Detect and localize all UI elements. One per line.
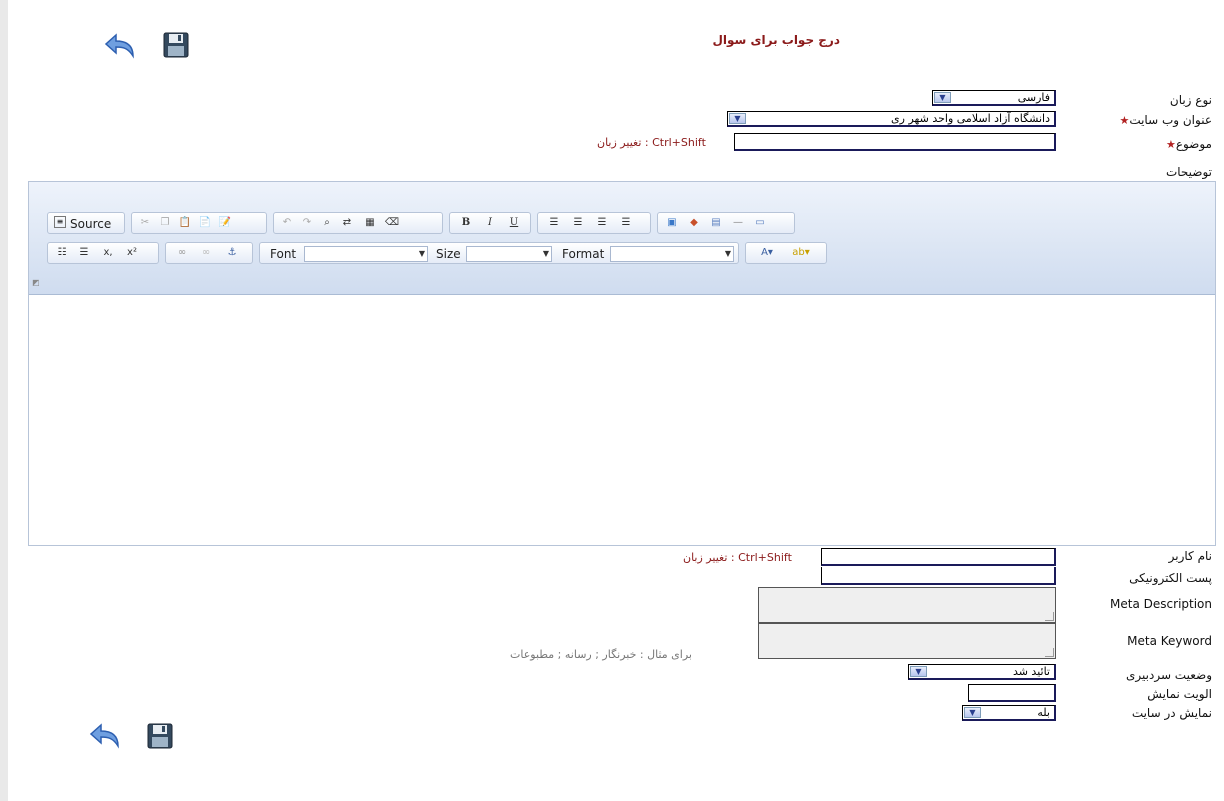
meta-description-label: Meta Description	[1110, 597, 1212, 611]
undo-icon[interactable]: ↶	[279, 216, 295, 230]
save-floppy-icon[interactable]	[162, 31, 190, 59]
table-icon[interactable]: ▤	[708, 216, 724, 230]
website-select[interactable]: ▼ دانشگاه آزاد اسلامی واحد شهر ری	[727, 111, 1056, 127]
numbered-list-icon[interactable]: ☷	[54, 246, 70, 260]
subject-label: موضوع★	[1165, 137, 1212, 151]
meta-keyword-textarea[interactable]	[758, 623, 1056, 659]
email-input[interactable]	[821, 567, 1056, 585]
find-icon[interactable]: ⌕	[319, 216, 335, 230]
description-label: توضیحات	[1165, 165, 1212, 179]
size-combo[interactable]: ▼	[466, 246, 552, 262]
chevron-down-icon[interactable]: ▼	[964, 707, 981, 718]
back-undo-icon[interactable]	[88, 722, 124, 750]
format-toolbar-group: B I U	[449, 212, 531, 234]
username-input[interactable]	[821, 548, 1056, 566]
insert-toolbar-group: ▣ ◆ ▤ — ▭	[657, 212, 795, 234]
paste-icon[interactable]: 📋	[177, 216, 193, 230]
align-left-icon[interactable]: ☰	[546, 216, 562, 230]
background-color-icon[interactable]: ab▾	[786, 246, 816, 260]
font-combo[interactable]: ▼	[304, 246, 428, 262]
email-label: پست الکترونیکی	[1129, 571, 1212, 585]
collapse-toolbar-icon[interactable]: ◩	[32, 278, 40, 287]
horizontal-rule-icon[interactable]: —	[730, 216, 746, 230]
cut-icon[interactable]: ✂	[137, 216, 153, 230]
select-all-icon[interactable]: ▦	[362, 216, 378, 230]
paste-text-icon[interactable]: 📄	[197, 216, 213, 230]
page-title: درج جواب برای سوال	[712, 33, 840, 47]
username-label: نام کاربر	[1168, 549, 1212, 563]
subject-language-hint: تغییر زبان : Ctrl+Shift	[597, 136, 706, 149]
meta-description-textarea[interactable]	[758, 587, 1056, 623]
paste-word-icon[interactable]: 📝	[217, 216, 233, 230]
back-undo-icon[interactable]	[103, 32, 139, 60]
styles-toolbar-group: Font ▼ Size ▼ Format ▼	[259, 242, 739, 264]
dropdown-arrow-icon: ▼	[542, 249, 549, 258]
subscript-button[interactable]: x,	[100, 246, 116, 260]
bold-button[interactable]: B	[458, 216, 474, 230]
dropdown-arrow-icon: ▼	[724, 249, 731, 258]
chevron-down-icon[interactable]: ▼	[910, 666, 927, 677]
image-icon[interactable]: ▣	[664, 216, 680, 230]
align-center-icon[interactable]: ☰	[570, 216, 586, 230]
flash-icon[interactable]: ◆	[686, 216, 702, 230]
align-toolbar-group: ☰ ☰ ☰ ☰	[537, 212, 651, 234]
edit-toolbar-group: ↶ ↷ ⌕ ⇄ ▦ ⌫	[273, 212, 443, 234]
source-button[interactable]: ≡ Source	[47, 212, 125, 234]
align-right-icon[interactable]: ☰	[594, 216, 610, 230]
chevron-down-icon[interactable]: ▼	[934, 92, 951, 103]
language-label: نوع زبان	[1169, 93, 1212, 107]
dropdown-arrow-icon: ▼	[418, 249, 425, 258]
color-toolbar-group: A▾ ab▾	[745, 242, 827, 264]
anchor-icon[interactable]: ⚓	[224, 246, 240, 260]
format-combo[interactable]: ▼	[610, 246, 734, 262]
meta-keyword-label: Meta Keyword	[1127, 634, 1212, 648]
show-on-site-select[interactable]: ▼ بله	[962, 705, 1056, 721]
rich-text-editor[interactable]: ≡ Source ✂ ❐ 📋 📄 📝 ↶ ↷ ⌕ ⇄ ▦ ⌫ B I U ☰ ☰…	[28, 181, 1216, 546]
chevron-down-icon[interactable]: ▼	[729, 113, 746, 124]
editorial-status-label: وضعیت سردبیری	[1126, 668, 1212, 682]
subject-input[interactable]	[734, 133, 1056, 151]
align-justify-icon[interactable]: ☰	[618, 216, 634, 230]
required-star-icon: ★	[1119, 114, 1130, 127]
display-priority-input[interactable]	[968, 684, 1056, 702]
editorial-status-select[interactable]: ▼ تائید شد	[908, 664, 1056, 680]
unlink-icon[interactable]: ∞	[198, 246, 214, 260]
meta-keyword-hint: برای مثال : خبرنگار ; رسانه ; مطبوعات	[510, 648, 692, 661]
iframe-icon[interactable]: ▭	[752, 216, 768, 230]
editor-content-area[interactable]	[29, 295, 1215, 545]
language-select[interactable]: ▼ فارسی	[932, 90, 1056, 106]
copy-icon[interactable]: ❐	[157, 216, 173, 230]
show-on-site-label: نمایش در سایت	[1131, 706, 1212, 720]
bulleted-list-icon[interactable]: ☰	[76, 246, 92, 260]
italic-button[interactable]: I	[482, 216, 498, 230]
redo-icon[interactable]: ↷	[299, 216, 315, 230]
resize-grip-icon[interactable]	[1045, 612, 1054, 621]
required-star-icon: ★	[1165, 138, 1176, 151]
resize-grip-icon[interactable]	[1045, 648, 1054, 657]
link-toolbar-group: ∞ ∞ ⚓	[165, 242, 253, 264]
replace-icon[interactable]: ⇄	[339, 216, 355, 230]
display-priority-label: الویت نمایش	[1147, 687, 1212, 701]
save-floppy-icon[interactable]	[146, 722, 174, 750]
link-icon[interactable]: ∞	[174, 246, 190, 260]
list-toolbar-group: ☷ ☰ x, x²	[47, 242, 159, 264]
left-margin-bar	[0, 0, 8, 801]
superscript-button[interactable]: x²	[124, 246, 140, 260]
editor-toolbar: ≡ Source ✂ ❐ 📋 📄 📝 ↶ ↷ ⌕ ⇄ ▦ ⌫ B I U ☰ ☰…	[29, 182, 1215, 295]
clipboard-toolbar-group: ✂ ❐ 📋 📄 📝	[131, 212, 267, 234]
username-language-hint: تغییر زبان : Ctrl+Shift	[683, 551, 792, 564]
website-label: عنوان وب سایت★	[1119, 113, 1212, 127]
remove-format-icon[interactable]: ⌫	[384, 216, 400, 230]
text-color-icon[interactable]: A▾	[752, 246, 782, 260]
source-icon: ≡	[54, 216, 66, 228]
underline-button[interactable]: U	[506, 216, 522, 230]
